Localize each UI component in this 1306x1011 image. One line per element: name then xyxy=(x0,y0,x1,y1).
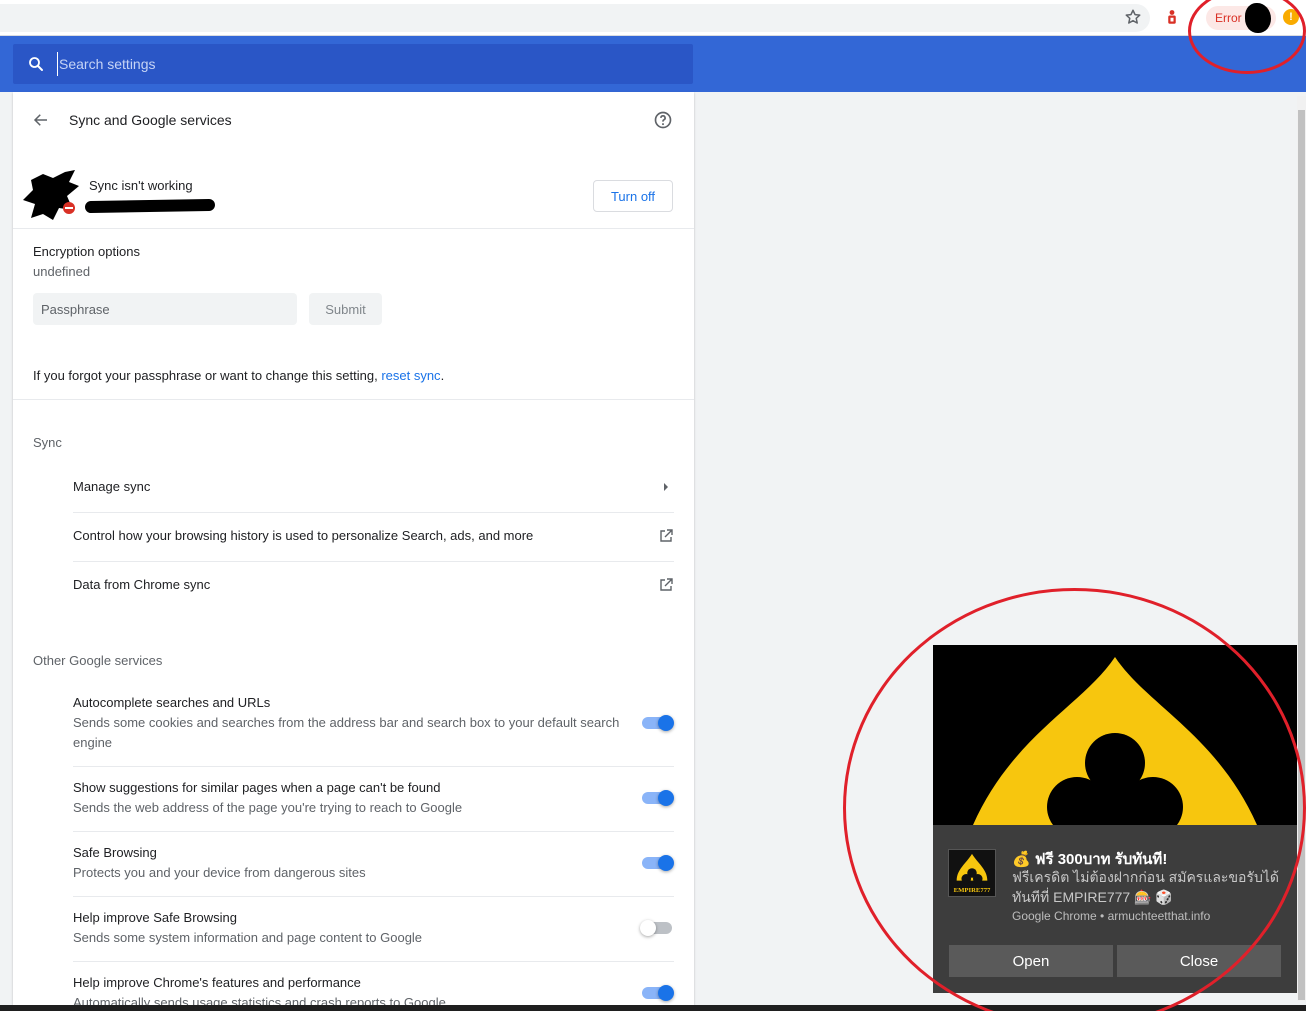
profile-avatar[interactable] xyxy=(1245,3,1271,33)
chrome-notification[interactable]: EMPIRE777 💰 ฟรี 300บาท รับทันที! ฟรีเครด… xyxy=(933,645,1297,993)
notification-close-button[interactable]: Close xyxy=(1117,945,1281,977)
setting-title: Autocomplete searches and URLs xyxy=(73,695,271,710)
encryption-title: Encryption options xyxy=(33,244,140,259)
suggestions-setting: Show suggestions for similar pages when … xyxy=(73,778,674,818)
autocomplete-setting: Autocomplete searches and URLs Sends som… xyxy=(73,693,674,753)
scrollbar-thumb[interactable] xyxy=(1298,110,1305,1000)
suggestions-toggle[interactable] xyxy=(640,788,674,808)
browser-toolbar: Error ! xyxy=(0,0,1306,36)
warning-icon[interactable]: ! xyxy=(1283,9,1299,25)
address-bar[interactable] xyxy=(0,4,1150,32)
empire-logo-icon: EMPIRE777 xyxy=(948,849,996,897)
error-label: Error xyxy=(1215,11,1242,25)
search-box[interactable] xyxy=(13,44,693,84)
notification-hero-image xyxy=(933,645,1297,825)
arrow-right-icon xyxy=(664,483,668,491)
setting-description: Automatically sends usage statistics and… xyxy=(73,995,446,1005)
settings-header xyxy=(0,36,1306,92)
help-icon[interactable] xyxy=(653,110,673,130)
search-icon xyxy=(29,57,43,71)
screen: Error ! Sync and Google services xyxy=(0,0,1306,1011)
settings-card: Sync and Google services Sync isn't work… xyxy=(13,92,694,1005)
passphrase-input[interactable] xyxy=(33,293,297,325)
sync-item-label: Control how your browsing history is use… xyxy=(73,528,534,543)
divider xyxy=(13,399,694,400)
left-gutter xyxy=(0,92,13,1011)
setting-description: Sends some system information and page c… xyxy=(73,930,423,945)
notification-text: ฟรีเครดิต ไม่ต้องฝากก่อน สมัครและขอรับได… xyxy=(1012,869,1279,905)
notification-source: Google Chrome • armuchteetthat.info xyxy=(1012,909,1211,923)
sync-status-text: Sync isn't working xyxy=(89,178,193,193)
setting-description: Protects you and your device from danger… xyxy=(73,865,366,880)
reset-sync-link[interactable]: reset sync xyxy=(381,368,440,383)
notification-body: EMPIRE777 💰 ฟรี 300บาท รับทันที! ฟรีเครด… xyxy=(933,825,1297,993)
autocomplete-toggle[interactable] xyxy=(640,713,674,733)
external-link-icon xyxy=(660,529,673,542)
separator xyxy=(73,766,674,767)
extension-icon[interactable] xyxy=(1163,8,1181,26)
svg-text:EMPIRE777: EMPIRE777 xyxy=(954,887,991,894)
encryption-subtitle: undefined xyxy=(33,264,91,279)
setting-title: Help improve Safe Browsing xyxy=(73,910,238,925)
chrome-sync-data-row[interactable]: Data from Chrome sync xyxy=(73,561,674,609)
other-services-title: Other Google services xyxy=(33,653,163,668)
browsing-history-row[interactable]: Control how your browsing history is use… xyxy=(73,512,674,560)
safe-browsing-setting: Safe Browsing Protects you and your devi… xyxy=(73,843,674,883)
external-link-icon xyxy=(660,578,673,591)
setting-title: Show suggestions for similar pages when … xyxy=(73,780,441,795)
taskbar-edge xyxy=(0,1005,1306,1011)
separator xyxy=(73,896,674,897)
submit-button[interactable]: Submit xyxy=(309,293,382,325)
account-row: Sync isn't working Turn off xyxy=(13,162,694,228)
separator xyxy=(73,831,674,832)
forgot-text-end: . xyxy=(440,368,445,383)
manage-sync-row[interactable]: Manage sync xyxy=(73,463,674,511)
improve-chrome-setting: Help improve Chrome's features and perfo… xyxy=(73,973,674,1005)
sync-item-label: Manage sync xyxy=(73,479,151,494)
sync-item-label: Data from Chrome sync xyxy=(73,577,211,592)
avatar xyxy=(23,170,79,220)
notification-open-button[interactable]: Open xyxy=(949,945,1113,977)
separator xyxy=(73,961,674,962)
safe-browsing-toggle[interactable] xyxy=(640,853,674,873)
setting-title: Safe Browsing xyxy=(73,845,157,860)
improve-safe-browsing-setting: Help improve Safe Browsing Sends some sy… xyxy=(73,908,674,948)
setting-description: Sends the web address of the page you're… xyxy=(73,800,463,815)
improve-safe-browsing-toggle[interactable] xyxy=(640,918,674,938)
search-input[interactable] xyxy=(57,52,657,76)
forgot-passphrase-text: If you forgot your passphrase or want to… xyxy=(33,368,444,383)
sync-section-title: Sync xyxy=(33,435,62,450)
setting-title: Help improve Chrome's features and perfo… xyxy=(73,975,361,990)
improve-chrome-toggle[interactable] xyxy=(640,983,674,1003)
divider xyxy=(13,228,694,229)
back-arrow-icon[interactable] xyxy=(32,111,50,129)
redacted-email xyxy=(84,198,216,214)
setting-description: Sends some cookies and searches from the… xyxy=(73,715,620,750)
page-title: Sync and Google services xyxy=(69,112,232,128)
forgot-text: If you forgot your passphrase or want to… xyxy=(33,368,382,383)
turn-off-button[interactable]: Turn off xyxy=(593,180,673,212)
card-header: Sync and Google services xyxy=(13,92,694,148)
star-icon[interactable] xyxy=(1124,8,1142,26)
